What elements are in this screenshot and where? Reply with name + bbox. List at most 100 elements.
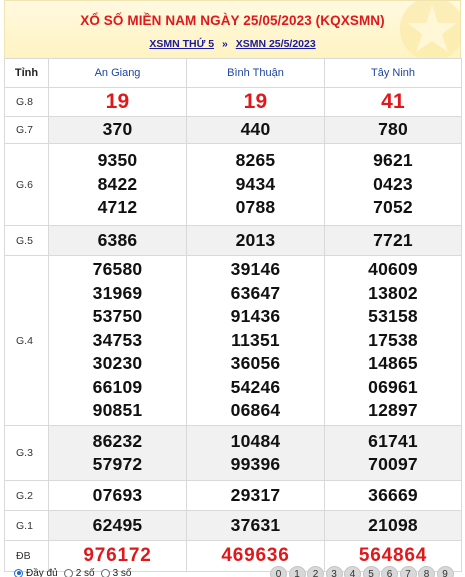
result-cell: 07693 <box>48 480 187 511</box>
result-number: 564864 <box>358 545 428 567</box>
province-tay-ninh[interactable]: Tây Ninh <box>324 58 462 88</box>
result-number: 0788 <box>235 197 276 218</box>
result-number: 9621 <box>373 150 413 171</box>
result-cell: 7721 <box>324 225 462 256</box>
result-number: 0423 <box>373 173 413 194</box>
result-cell: 19 <box>186 87 325 117</box>
result-number: 41 <box>381 90 405 114</box>
option-3-digits-label: 3 số <box>112 567 132 577</box>
result-number: 66109 <box>92 376 143 397</box>
result-number: 39146 <box>230 259 281 280</box>
result-cell: 37631 <box>186 510 325 541</box>
result-number: 91436 <box>230 306 281 327</box>
result-cell: 19 <box>48 87 187 117</box>
result-number: 19 <box>105 90 130 114</box>
result-number: 976172 <box>83 545 152 567</box>
prize-label: G.8 <box>4 87 49 117</box>
province-header-row: Tỉnh An Giang Bình Thuận Tây Ninh <box>4 58 462 88</box>
digit-button[interactable]: 7 <box>399 566 417 577</box>
result-number: 53750 <box>92 306 143 327</box>
result-number: 9350 <box>97 150 138 171</box>
result-cell: 440 <box>186 116 325 144</box>
result-number: 36056 <box>230 353 281 374</box>
result-number: 11351 <box>231 329 280 350</box>
option-2-digits[interactable]: 2 số <box>63 568 95 577</box>
result-number: 54246 <box>230 376 281 397</box>
result-number: 70097 <box>368 454 418 474</box>
table-row: G.3 86232 57972 10484 99396 61741 70097 <box>4 425 462 481</box>
result-cell: 9350 8422 4712 <box>48 143 187 226</box>
result-cell: 6386 <box>48 225 187 256</box>
result-number: 57972 <box>92 454 143 474</box>
result-cell: 8265 9434 0788 <box>186 143 325 226</box>
digit-button[interactable]: 1 <box>288 566 306 577</box>
result-number: 62495 <box>92 514 143 535</box>
result-number: 90851 <box>92 400 143 421</box>
result-cell: 780 <box>324 116 462 144</box>
digit-button[interactable]: 6 <box>381 566 398 577</box>
result-number: 31969 <box>92 282 143 303</box>
radio-3-digits[interactable] <box>100 568 110 577</box>
result-number: 06864 <box>230 400 281 421</box>
result-cell: 2013 <box>186 225 325 256</box>
result-cell: 21098 <box>324 510 462 541</box>
result-number: 8265 <box>235 150 276 171</box>
result-number: 37631 <box>230 514 281 535</box>
prize-label: G.2 <box>4 480 49 511</box>
prize-label: G.1 <box>4 510 49 541</box>
result-cell: 41 <box>324 87 462 117</box>
result-number: 06961 <box>368 376 418 397</box>
result-number: 36669 <box>368 484 418 505</box>
digit-button[interactable]: 2 <box>307 566 324 577</box>
option-full-label: Đầy đủ <box>26 567 58 577</box>
result-number: 780 <box>378 119 408 140</box>
radio-full[interactable] <box>14 568 23 577</box>
result-number: 13802 <box>368 282 418 303</box>
prize-label: G.6 <box>4 143 49 226</box>
result-number: 14865 <box>368 353 418 374</box>
digit-filter: 0123456789 <box>270 566 455 577</box>
prize-label: G.4 <box>4 255 49 426</box>
result-number: 99396 <box>230 454 281 474</box>
digit-button[interactable]: 8 <box>418 566 435 577</box>
breadcrumb-separator: » <box>221 38 228 50</box>
digit-button[interactable]: 4 <box>344 566 361 577</box>
option-full[interactable]: Đầy đủ <box>14 568 58 577</box>
result-number: 370 <box>102 119 133 140</box>
option-3-digits[interactable]: 3 số <box>100 567 132 577</box>
result-number: 7052 <box>373 197 413 218</box>
result-number: 34753 <box>92 329 143 350</box>
weekday-link[interactable]: XSMN THỨ 5 <box>149 38 214 50</box>
table-row: G.5 6386 2013 7721 <box>4 225 462 256</box>
result-cell: 9621 0423 7052 <box>324 143 462 226</box>
result-cell: 76580 31969 53750 34753 30230 66109 90851 <box>48 255 187 426</box>
result-cell: 62495 <box>48 510 187 541</box>
digit-button[interactable]: 3 <box>325 566 343 577</box>
result-cell: 36669 <box>324 480 462 511</box>
result-number: 29317 <box>230 484 281 505</box>
result-cell: 370 <box>48 116 187 144</box>
breadcrumb: XSMN THỨ 5 » XSMN 25/5/2023 <box>5 38 460 50</box>
digit-button[interactable]: 9 <box>436 566 454 577</box>
result-number: 4712 <box>97 197 138 218</box>
result-cell: 39146 63647 91436 11351 36056 54246 06864 <box>186 255 325 426</box>
result-number: 7721 <box>373 229 413 250</box>
digit-button[interactable]: 5 <box>362 566 380 577</box>
radio-2-digits[interactable] <box>63 568 73 577</box>
province-binh-thuan[interactable]: Bình Thuận <box>186 58 325 88</box>
result-number: 21098 <box>368 514 418 535</box>
display-options: Đầy đủ 2 số 3 số <box>14 567 138 577</box>
result-number: 6386 <box>97 229 138 250</box>
results-header: XỔ SỐ MIỀN NAM NGÀY 25/05/2023 (KQXSMN) … <box>4 0 461 58</box>
province-an-giang[interactable]: An Giang <box>48 58 187 88</box>
result-number: 19 <box>243 90 268 114</box>
prize-label: G.7 <box>4 116 49 144</box>
prize-column-header: Tỉnh <box>4 58 49 88</box>
date-link[interactable]: XSMN 25/5/2023 <box>236 38 316 50</box>
result-cell: 86232 57972 <box>48 425 187 481</box>
result-cell: 61741 70097 <box>324 425 462 481</box>
result-number: 12897 <box>368 400 418 421</box>
table-row: G.1 62495 37631 21098 <box>4 510 462 541</box>
digit-button[interactable]: 0 <box>270 566 287 577</box>
result-number: 8422 <box>97 173 138 194</box>
